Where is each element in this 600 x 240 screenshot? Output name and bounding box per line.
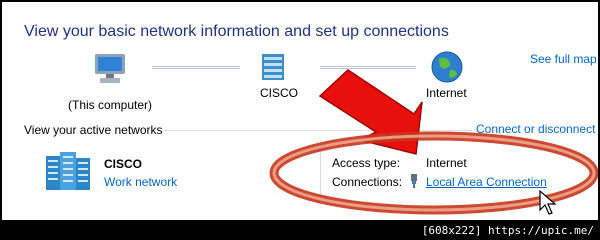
network-sharing-center-panel: View your basic network information and … bbox=[2, 2, 598, 220]
mouse-cursor-icon bbox=[539, 189, 557, 216]
image-host-caption: [608x222] https://upic.me/ bbox=[421, 224, 594, 237]
annotation-overlay bbox=[269, 69, 598, 215]
